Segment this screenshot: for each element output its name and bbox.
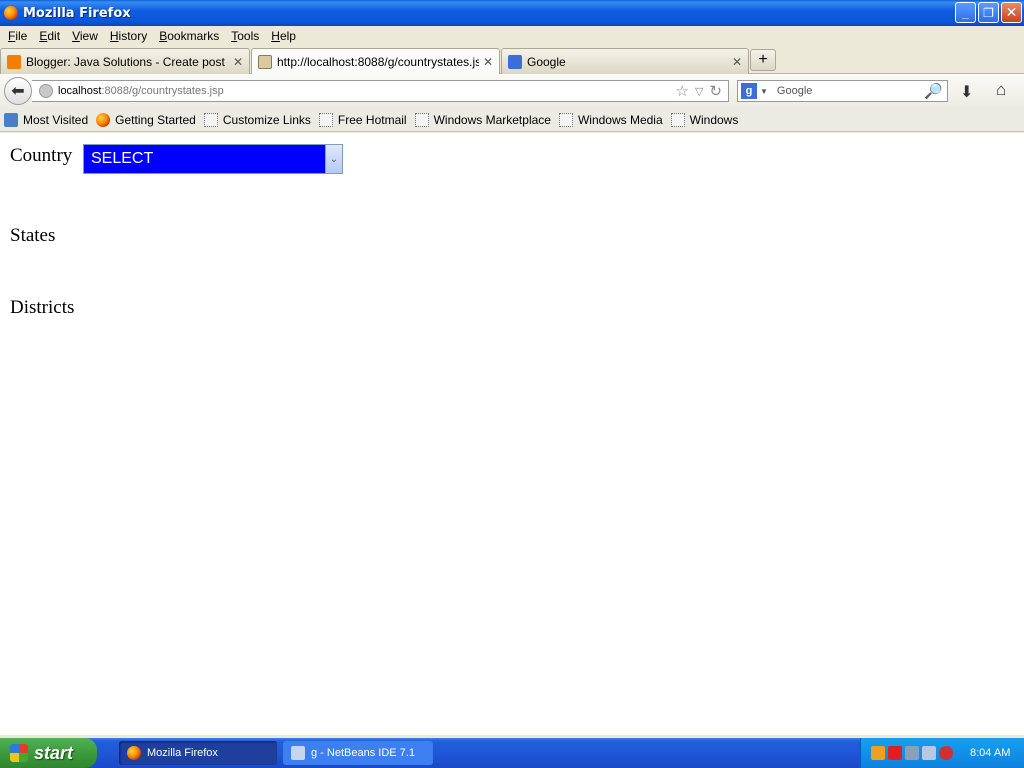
firefox-icon [127,746,141,760]
page-icon [258,55,272,69]
tab-label: Google [527,54,566,69]
home-button[interactable]: ⌂ [996,80,1006,100]
menu-help[interactable]: Help [265,29,302,43]
bookmark-page-icon [414,112,429,127]
country-select[interactable]: SELECT ⌄ [83,144,343,174]
menu-bar: File Edit View History Bookmarks Tools H… [0,26,1024,46]
states-label: States [10,225,56,246]
search-icon[interactable]: 🔎 [924,82,943,100]
tab-label: Blogger: Java Solutions - Create post [26,54,225,69]
tab-blogger[interactable]: Blogger: Java Solutions - Create post ✕ [0,48,250,74]
url-bar[interactable]: localhost:8088/g/countrystates.jsp ☆ ▽ ↻ [32,80,729,102]
bookmark-windows[interactable]: Windows [670,112,738,127]
menu-file[interactable]: File [2,29,33,43]
firefox-icon [96,112,111,127]
bookmark-page-icon [558,112,573,127]
close-button[interactable]: ✕ [1001,2,1022,23]
tab-google[interactable]: Google ✕ [501,48,749,74]
start-button[interactable]: start [0,738,97,768]
search-bar[interactable]: g ▼ Google 🔎 [737,80,948,102]
tab-label: http://localhost:8088/g/countrystates.js… [277,55,479,69]
bookmark-getting-started[interactable]: Getting Started [96,112,196,127]
bookmark-page-icon [203,112,218,127]
tab-strip: Blogger: Java Solutions - Create post ✕ … [0,46,1024,75]
country-label: Country [10,145,73,166]
taskbar: start Mozilla Firefox g - NetBeans IDE 7… [0,738,1024,768]
tray-tools-icon[interactable] [905,746,919,760]
bookmark-page-icon [670,112,685,127]
start-label: start [34,742,74,763]
country-select-value: SELECT [91,150,154,167]
downloads-button[interactable]: ⬇ [960,82,973,102]
chevron-down-icon[interactable]: ⌄ [325,145,342,173]
firefox-icon [4,6,18,20]
url-text[interactable]: localhost:8088/g/countrystates.jsp [58,85,676,97]
bookmark-page-icon [318,112,333,127]
navigation-bar: localhost:8088/g/countrystates.jsp ☆ ▽ ↻… [0,74,1024,108]
window-title: Mozilla Firefox [23,5,131,21]
menu-tools[interactable]: Tools [225,29,265,43]
tray-shield-icon[interactable] [939,746,953,760]
system-tray: 8:04 AM [860,738,1024,768]
tab-countrystates[interactable]: http://localhost:8088/g/countrystates.js… [251,48,500,75]
bookmarks-toolbar: Most Visited Getting Started Customize L… [0,108,1024,132]
taskbar-item-netbeans[interactable]: g - NetBeans IDE 7.1 [283,741,433,765]
bookmark-windows-media[interactable]: Windows Media [558,112,663,127]
search-input[interactable]: Google [777,85,924,97]
tab-close-icon[interactable]: ✕ [732,55,742,69]
netbeans-icon [291,746,305,760]
search-engine-icon[interactable]: g [741,83,757,99]
back-button[interactable]: ⬅ [4,77,32,105]
page-content: Country SELECT ⌄ States Districts [0,133,1024,735]
menu-bookmarks[interactable]: Bookmarks [153,29,225,43]
menu-history[interactable]: History [104,29,153,43]
tray-q-icon[interactable] [888,746,902,760]
taskbar-item-firefox[interactable]: Mozilla Firefox [119,741,277,765]
minimize-button[interactable]: _ [955,2,976,23]
history-dropdown-icon[interactable]: ▽ [695,85,703,98]
bookmark-most-visited[interactable]: Most Visited [4,112,88,127]
tray-app-icon[interactable] [871,746,885,760]
bookmark-windows-marketplace[interactable]: Windows Marketplace [414,112,551,127]
clock: 8:04 AM [970,747,1011,759]
new-tab-button[interactable]: + [750,49,776,71]
districts-label: Districts [10,297,75,318]
window-controls: _ ❐ ✕ [955,2,1022,23]
menu-edit[interactable]: Edit [33,29,66,43]
bookmark-customize-links[interactable]: Customize Links [203,112,311,127]
window-titlebar[interactable]: Mozilla Firefox _ ❐ ✕ [0,0,1024,26]
tab-close-icon[interactable]: ✕ [233,55,243,69]
most-visited-icon [4,112,18,127]
restore-button[interactable]: ❐ [978,2,999,23]
google-icon [508,54,522,69]
menu-view[interactable]: View [66,29,104,43]
reload-icon[interactable]: ↻ [709,82,722,100]
windows-logo-icon [10,744,28,762]
blogger-icon [7,54,21,69]
tab-close-icon[interactable]: ✕ [483,55,493,69]
bookmark-star-icon[interactable]: ☆ [676,82,689,100]
site-identity-icon[interactable] [39,84,53,98]
bookmark-free-hotmail[interactable]: Free Hotmail [318,112,407,127]
tray-network-icon[interactable] [922,746,936,760]
chevron-down-icon[interactable]: ▼ [760,87,768,96]
